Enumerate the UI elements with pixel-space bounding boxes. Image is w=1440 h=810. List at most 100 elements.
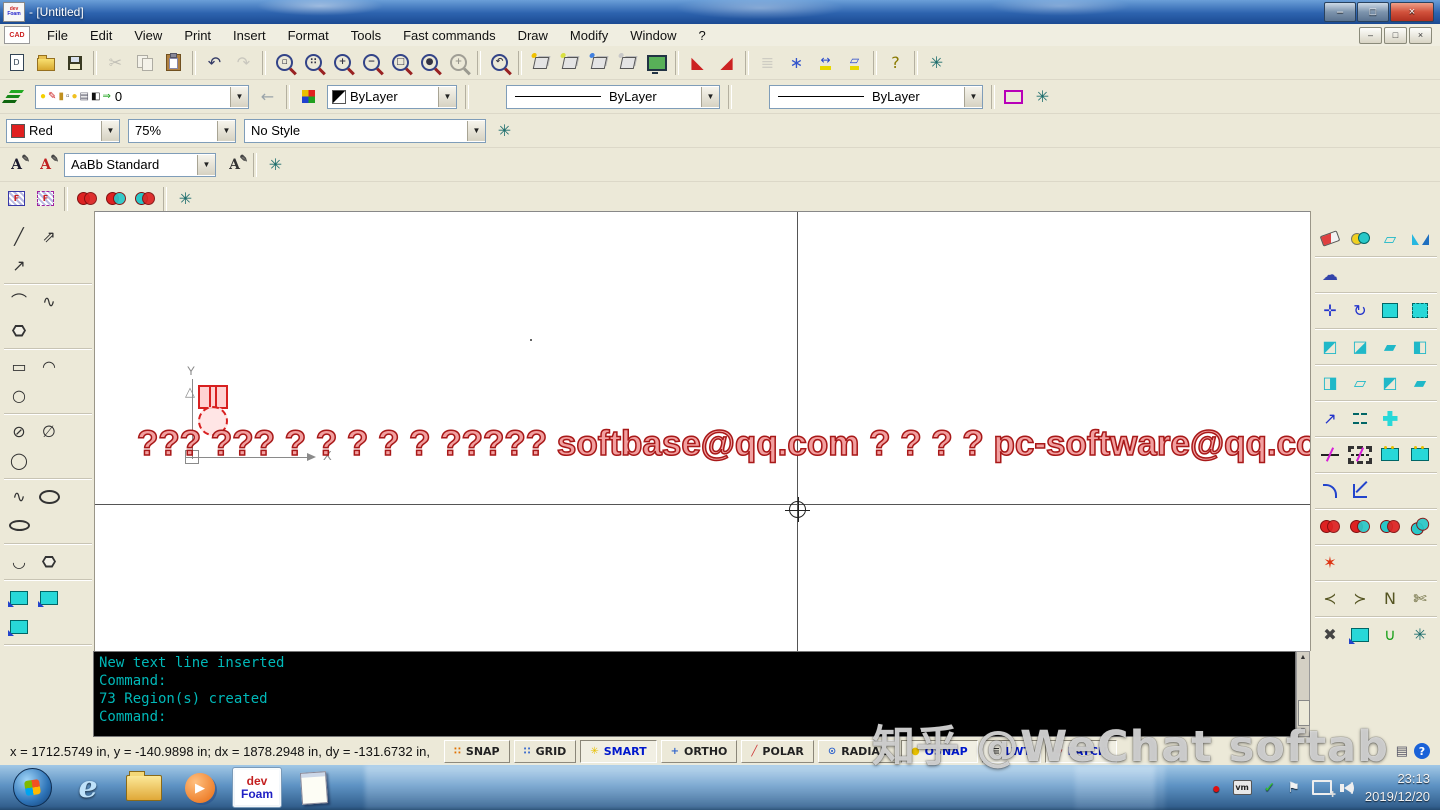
region-pipe-button[interactable] [34,583,64,612]
point-button[interactable]: · [4,648,34,651]
grip-edit-button[interactable]: ✖ [1315,620,1345,649]
text-style-combo-dropdown-icon[interactable]: ▼ [197,154,215,175]
pick-point-button[interactable]: ↗ [1315,404,1345,433]
closed-spline-button[interactable] [34,547,64,576]
menu-format[interactable]: Format [277,27,340,44]
side-cut-button[interactable]: ▰ [1405,368,1435,397]
drawing-canvas[interactable]: △ Y X ??? ??? ? ? ? ? ? ????? softbase@q… [95,211,1310,651]
scale-button[interactable] [1375,296,1405,325]
stretch-button[interactable] [1405,296,1435,325]
spline-button[interactable]: ∿ [4,482,34,511]
taper-button[interactable]: ◩ [1315,332,1345,361]
region-circle-button[interactable] [4,612,34,641]
toggle-snap[interactable]: ∷ SNAP [443,739,510,763]
menu-edit[interactable]: Edit [79,27,123,44]
menu-print[interactable]: Print [173,27,222,44]
region-intersect-button[interactable] [101,184,130,213]
menu-view[interactable]: View [123,27,173,44]
menu-fast-commands[interactable]: Fast commands [392,27,506,44]
cut-path-right-button[interactable]: ◢ [712,48,741,77]
toggle-ortho[interactable]: + ORTHO [660,739,738,763]
move-button[interactable]: ✛ [1315,296,1345,325]
menu-window[interactable]: Window [619,27,687,44]
delete-vertex-button[interactable]: ✄ [1405,584,1435,613]
recording-icon[interactable]: ● [1212,780,1220,796]
menu-modify[interactable]: Modify [559,27,619,44]
render-box-4-button[interactable] [613,48,642,77]
lineweight-combo[interactable]: ByLayer ▼ [769,84,983,109]
adjust-edge-button[interactable]: ◩ [1375,368,1405,397]
circle-2-point-button[interactable]: ∅ [34,417,64,446]
edit-copy-button[interactable]: ▱ [1375,224,1405,253]
revision-cloud-button[interactable]: ☁ [1315,260,1345,289]
mirror-button[interactable] [1405,224,1435,253]
safely-remove-hardware-icon[interactable]: ✓ [1264,779,1276,796]
zoom-page-button[interactable]: □ [386,48,415,77]
boolean-subtract-button[interactable] [1375,512,1405,541]
start-button-taskbar-button[interactable] [8,768,56,807]
ellipse-button[interactable] [34,482,64,511]
region-rectangle-button[interactable] [4,583,34,612]
dimension-button[interactable]: ≣ [753,48,782,77]
lineweight-combo-dropdown-icon[interactable]: ▼ [964,86,982,107]
previous-layer-button[interactable]: ← [253,82,282,111]
region-union-button[interactable] [72,184,101,213]
redo-button[interactable]: ↷ [229,48,258,77]
devfoam-taskbar-button[interactable]: dev Foam [232,767,282,808]
zoom-all-button[interactable]: ● [415,48,444,77]
action-center-icon[interactable]: ⚑ [1287,779,1300,796]
menu-file[interactable]: File [36,27,79,44]
trim-edge-button[interactable]: ◪ [1345,332,1375,361]
multiple-points-button[interactable]: ∴ [34,648,64,651]
foam-block-button[interactable] [1375,440,1405,469]
circle-3-point-button[interactable]: ◯ [4,446,34,475]
linetype-button[interactable] [473,82,502,111]
menu-help[interactable]: ? [687,27,716,44]
render-box-3-button[interactable] [584,48,613,77]
mdi-close-button[interactable]: × [1409,26,1432,44]
extend-edge-button[interactable]: ▰ [1375,332,1405,361]
slope-button[interactable]: ◧ [1405,332,1435,361]
make-region-button[interactable] [999,82,1028,111]
zoom-in-button[interactable]: + [328,48,357,77]
render-box-2-button[interactable] [555,48,584,77]
circle-button[interactable]: ○ [4,381,34,410]
zoom-window-button[interactable]: ▫ [270,48,299,77]
arc-3-point-button[interactable]: ◠ [34,352,64,381]
insert-vertex-button[interactable]: ≺ [1315,584,1345,613]
region-subtract-button[interactable] [130,184,159,213]
fill-color-combo-dropdown-icon[interactable]: ▼ [101,120,119,141]
polygon-button[interactable] [4,316,34,345]
boolean-exclude-button[interactable] [1405,512,1435,541]
construction-line-button[interactable]: ⇗ [34,222,64,251]
erase-button[interactable] [1315,224,1345,253]
boolean-intersect-button[interactable] [1345,512,1375,541]
linetype-combo-dropdown-icon[interactable]: ▼ [701,86,719,107]
minimize-button[interactable]: – [1324,2,1356,22]
ellipse-axis-button[interactable] [4,511,34,540]
append-vertex-button[interactable]: ≻ [1345,584,1375,613]
cut-button[interactable]: ✂ [101,48,130,77]
volume-icon[interactable] [1339,781,1354,794]
transparency-combo[interactable]: 75% ▼ [128,118,236,143]
circle-diameter-button[interactable]: ⊘ [4,417,34,446]
media-player-taskbar-button[interactable]: ▶ [176,768,224,807]
fillet-button[interactable] [1315,476,1345,505]
menu-tools[interactable]: Tools [340,27,392,44]
linetype-combo[interactable]: ByLayer ▼ [506,84,720,109]
render-box-1-button[interactable] [526,48,555,77]
layers-button[interactable] [2,82,31,111]
help-button[interactable]: ? [881,48,910,77]
measure-distance-button[interactable]: ↔ [811,48,840,77]
edit-text-style-button[interactable]: A [220,150,249,179]
zoom-scale-button[interactable]: + [444,48,473,77]
color-combo[interactable]: ByLayer ▼ [327,84,457,109]
layer-combo[interactable]: ● ✎ ▮ ▫ ● ▤ ◧ ⇒ 0 ▼ [35,84,249,109]
wizard-button[interactable]: ✳ [922,48,951,77]
network-icon[interactable] [1311,780,1336,799]
close-button[interactable]: × [1390,2,1434,22]
copy-button[interactable] [130,48,159,77]
chamfer-button[interactable] [1345,476,1375,505]
keyboard-icon[interactable]: ▤ [1396,743,1408,759]
explode-button[interactable]: ✶ [1315,548,1345,577]
